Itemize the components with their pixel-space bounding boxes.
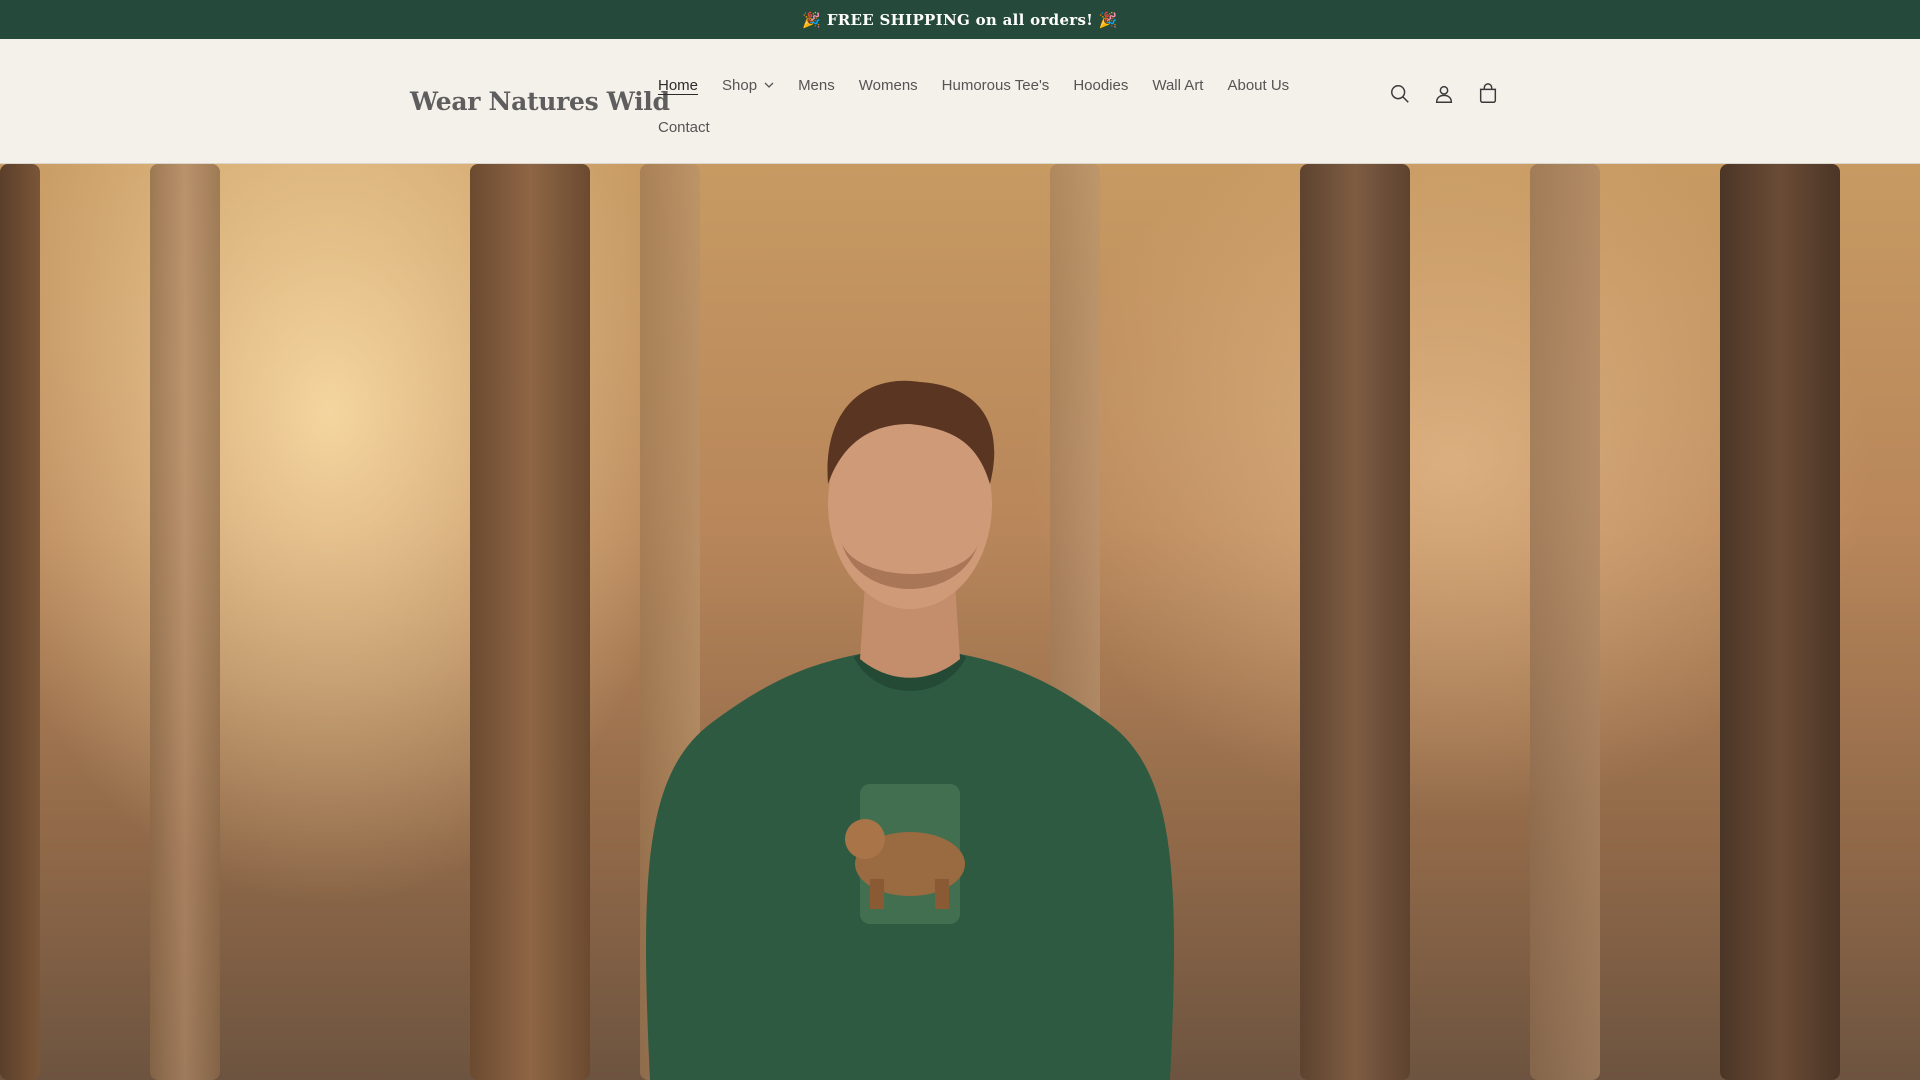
announcement-text: 🎉 FREE SHIPPING on all orders! 🎉 [802,10,1118,29]
cart-icon [1479,83,1497,103]
nav-womens[interactable]: Womens [847,64,930,106]
bear-graphic [845,784,965,924]
nav-contact-label: Contact [658,118,710,136]
nav-shop[interactable]: Shop [710,64,786,106]
main-nav: Home Shop Mens Womens Humorous Tee's Hoo… [646,64,1316,148]
announcement-bar: 🎉 FREE SHIPPING on all orders! 🎉 [0,0,1920,39]
nav-hoodies[interactable]: Hoodies [1061,64,1140,106]
nav-humorous-tees-label: Humorous Tee's [941,76,1050,94]
site-logo[interactable]: Wear Natures Wild [410,87,670,116]
nav-wall-art[interactable]: Wall Art [1140,64,1215,106]
header-icons [1385,79,1503,109]
nav-about-us-label: About Us [1227,76,1290,94]
nav-about-us[interactable]: About Us [1215,64,1301,106]
nav-hoodies-label: Hoodies [1073,76,1129,94]
tree-trunk [1300,164,1410,1080]
hero-banner [0,164,1920,1080]
nav-wall-art-label: Wall Art [1152,76,1204,94]
cart-button[interactable] [1473,79,1503,109]
nav-home[interactable]: Home [646,64,710,106]
nav-humorous-tees[interactable]: Humorous Tee's [930,64,1062,106]
nav-home-label: Home [658,76,699,94]
search-icon [1391,85,1409,103]
nav-mens[interactable]: Mens [786,64,847,106]
account-icon [1435,85,1453,103]
nav-mens-label: Mens [798,76,835,94]
tree-trunk [1530,164,1600,1080]
tree-trunk [1720,164,1840,1080]
tree-trunk [150,164,220,1080]
search-button[interactable] [1385,79,1415,109]
account-button[interactable] [1429,79,1459,109]
nav-shop-label: Shop [722,76,758,94]
site-header: Wear Natures Wild Home Shop Mens Womens … [0,39,1920,164]
nav-womens-label: Womens [858,76,918,94]
hero-model-image [646,380,1174,1080]
nav-contact[interactable]: Contact [646,106,722,148]
tree-trunk [0,164,40,1080]
chevron-down-icon [764,82,774,88]
